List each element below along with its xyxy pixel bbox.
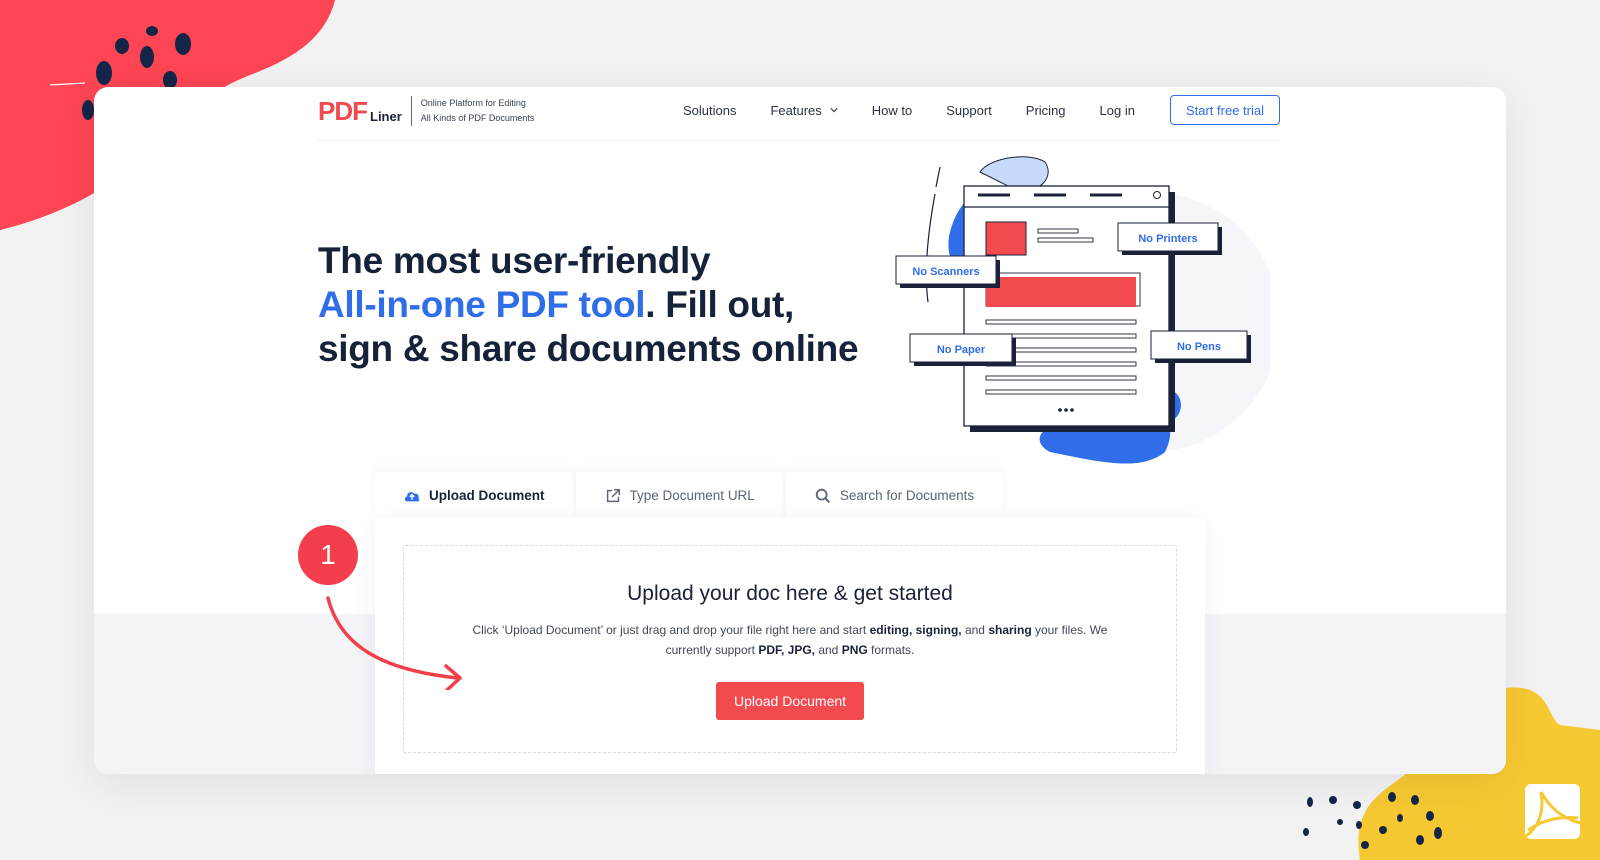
nav-log-in[interactable]: Log in: [1100, 103, 1135, 118]
nav-label: Solutions: [682, 102, 737, 118]
nav-how-to[interactable]: How to: [872, 103, 912, 118]
logo-pdf-text: PDF: [318, 96, 368, 126]
upload-card: Upload your doc here & get started Click…: [375, 518, 1205, 774]
dropzone-description: Click ‘Upload Document’ or just drag and…: [472, 623, 1108, 657]
label-no-pens: No Pens: [1150, 330, 1251, 363]
nav-label: Features: [770, 102, 822, 118]
logo-tagline: Online Platform for Editing All Kinds of…: [421, 96, 535, 126]
hero-line-1: The most user-friendly: [318, 240, 711, 281]
logo-liner-text: Liner: [370, 108, 402, 124]
upload-method-tabs: Upload Document Type Document URL Search…: [375, 472, 1005, 519]
svg-text:No Paper: No Paper: [937, 344, 986, 356]
pdfliner-app-icon: [1525, 784, 1581, 839]
tagline-line-1: Online Platform for Editing: [420, 98, 526, 108]
site-header: PDF Liner Online Platform for Editing Al…: [318, 87, 1280, 141]
nav-label: How to: [871, 102, 913, 118]
nav-label: Support: [946, 102, 992, 118]
cloud-upload-icon: [404, 491, 420, 501]
hero-accent: All-in-one PDF tool: [318, 284, 646, 325]
curved-arrow-icon: [326, 596, 462, 690]
tab-upload-document[interactable]: Upload Document: [375, 472, 573, 519]
main-nav: Solutions Features How to Support Pricin…: [683, 95, 1280, 125]
nav-features[interactable]: Features: [770, 102, 838, 118]
logo-divider: [410, 96, 412, 126]
pdfliner-logo[interactable]: PDF Liner Online Platform for Editing Al…: [318, 96, 534, 126]
tab-type-document-url[interactable]: Type Document URL: [575, 472, 783, 519]
external-link-icon: [606, 488, 620, 502]
nav-support[interactable]: Support: [946, 103, 992, 118]
tagline-line-2: All Kinds of PDF Documents: [420, 113, 535, 123]
nav-label: Log in: [1099, 102, 1135, 118]
hero-headline: The most user-friendly All-in-one PDF to…: [318, 239, 859, 371]
label-no-scanners: No Scanners: [895, 255, 1000, 288]
label-no-paper: No Paper: [909, 333, 1016, 366]
svg-text:No Pens: No Pens: [1177, 341, 1221, 353]
tab-label: Upload Document: [429, 488, 545, 503]
step-number-badge: 1: [298, 525, 358, 585]
file-dropzone[interactable]: Upload your doc here & get started Click…: [403, 545, 1177, 753]
svg-text:No Scanners: No Scanners: [912, 266, 979, 278]
tab-search-for-documents[interactable]: Search for Documents: [785, 472, 1003, 519]
hero-line-3: sign & share documents online: [318, 328, 859, 369]
chevron-down-icon: [830, 108, 838, 113]
svg-text:No Printers: No Printers: [1138, 233, 1197, 245]
tab-label: Type Document URL: [629, 488, 755, 503]
nav-solutions[interactable]: Solutions: [683, 103, 736, 118]
upload-document-button[interactable]: Upload Document: [715, 682, 865, 720]
label-no-printers: No Printers: [1117, 222, 1222, 255]
browser-page: PDF Liner Online Platform for Editing Al…: [94, 87, 1506, 774]
start-free-trial-button[interactable]: Start free trial: [1169, 95, 1280, 125]
document-illustration: No Printers No Scanners No Paper No Pens: [895, 156, 1270, 464]
dropzone-title: Upload your doc here & get started: [627, 582, 953, 605]
tab-label: Search for Documents: [839, 488, 975, 503]
nav-pricing[interactable]: Pricing: [1026, 103, 1066, 118]
hero-line-2-rest: . Fill out,: [645, 284, 795, 325]
nav-label: Pricing: [1025, 102, 1066, 118]
search-icon: [815, 488, 830, 503]
